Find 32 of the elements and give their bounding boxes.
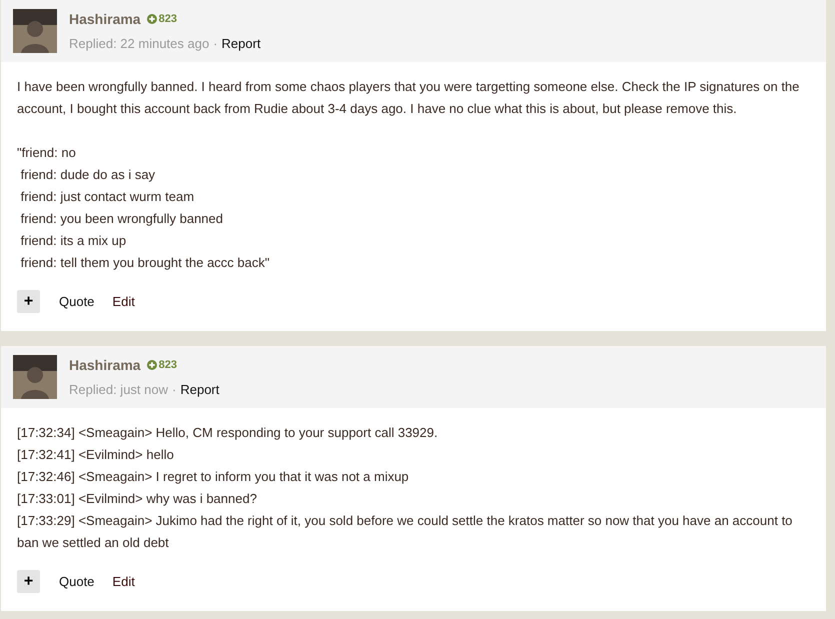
- post-text: friend: dude do as i say: [20, 166, 156, 184]
- separator-dot: ·: [213, 34, 218, 53]
- post-text: [17:33:29] <Smeagain> Jukimo had the right of it, you sold before we could settle the kratos matter so now that you have an account to ban we settled an old debt: [17, 512, 794, 552]
- post-text: [17:32:41] <Evilmind> hello: [17, 446, 175, 464]
- report-link[interactable]: Report: [180, 380, 220, 400]
- post-text: [17:33:01] <Evilmind> why was i banned?: [17, 490, 258, 508]
- plus-circle-icon: [146, 14, 157, 24]
- post-text: friend: you been wrongfully banned: [20, 210, 224, 228]
- post-text: friend: just contact wurm team: [20, 188, 196, 206]
- post-text: friend: its a mix up: [20, 232, 128, 250]
- post-text: friend: tell them you brought the accc back": [20, 254, 270, 272]
- report-link[interactable]: Report: [222, 34, 261, 54]
- plus-button[interactable]: +: [17, 290, 40, 313]
- separator-dot: ·: [172, 380, 176, 399]
- author-name[interactable]: Hashirama: [69, 8, 141, 30]
- plus-button[interactable]: +: [17, 570, 40, 593]
- reputation-count: 823: [158, 12, 177, 27]
- reply-time: Replied: just now: [69, 380, 168, 399]
- avatar-icon: [13, 355, 57, 399]
- plus-circle-icon: [146, 360, 157, 370]
- post-text: [17:32:34] <Smeagain> Hello, CM responding to your support call 33929.: [17, 424, 439, 442]
- edit-link[interactable]: Edit: [112, 292, 135, 312]
- avatar-icon: [13, 9, 57, 53]
- quote-link[interactable]: Quote: [59, 292, 94, 312]
- edit-link[interactable]: Edit: [112, 572, 135, 592]
- reputation-count: 823: [158, 358, 177, 373]
- post-text: "friend: no: [17, 144, 77, 162]
- post-text: I have been wrongfully banned. I heard from some chaos players that you were targetting someone else. Check the IP signatures on the account, I bought this account back from Rudie about 3-4 days ago. I have no clue what this is about, but please remove this.: [17, 78, 800, 118]
- author-name[interactable]: Hashirama: [69, 354, 141, 376]
- reply-time: Replied: 22 minutes ago: [69, 34, 210, 53]
- post-text: [17:32:46] <Smeagain> I regret to inform you that it was not a mixup: [17, 468, 410, 486]
- quote-link[interactable]: Quote: [59, 572, 94, 592]
